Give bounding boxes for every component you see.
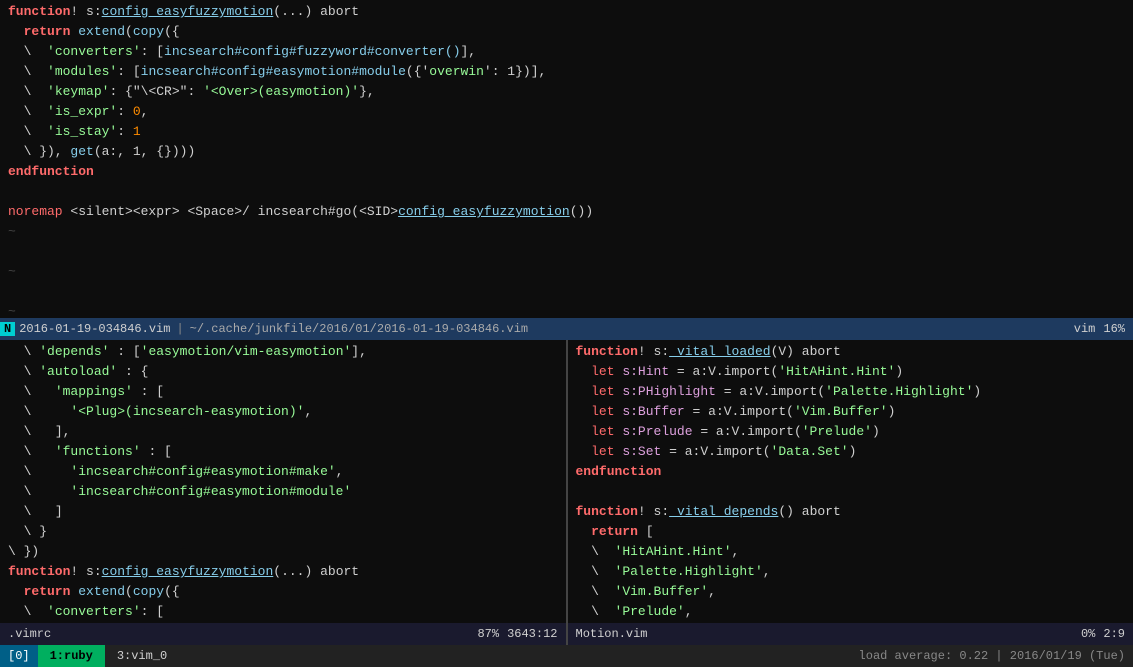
tmux-tab-1-name: ruby (64, 649, 93, 663)
code-line: \ 'mappings' : [ (0, 382, 566, 402)
code-line (0, 282, 1133, 302)
top-filetype: vim (1074, 322, 1104, 336)
code-line: noremap <silent><expr> <Space>/ incsearc… (0, 202, 1133, 222)
code-line: endfunction (0, 162, 1133, 182)
code-line: \ '<Plug>(incsearch-easymotion)', (0, 402, 566, 422)
code-line: \ 'Palette.Highlight', (568, 562, 1133, 582)
code-line: let s:Set = a:V.import('Data.Set') (568, 442, 1133, 462)
right-percent: 0% (1081, 627, 1103, 641)
top-filepath: ~/.cache/junkfile/2016/01/2016-01-19-034… (190, 322, 528, 336)
code-line: \ 'keymap': {"\<CR>": '<Over>(easymotion… (0, 82, 1133, 102)
code-line (0, 242, 1133, 262)
code-line: return extend(copy({ (0, 22, 1133, 42)
left-code-area: \ 'depends' : ['easymotion/vim-easymotio… (0, 340, 566, 623)
tmux-tab-1-id: 1: (50, 649, 64, 663)
code-line: \ ], (0, 422, 566, 442)
left-percent: 87% (477, 627, 507, 641)
left-status-bar: .vimrc 87% 3643:12 (0, 623, 566, 645)
tmux-bar: [0] 1:ruby 3:vim_0 load average: 0.22 | … (0, 645, 1133, 667)
left-position: 3643:12 (507, 627, 557, 641)
code-line: \ 'incsearch#config#easymotion#make', (0, 462, 566, 482)
right-filename: Motion.vim (576, 627, 648, 641)
top-percent: 16% (1103, 322, 1133, 336)
tmux-tab-1[interactable]: 1:ruby (38, 645, 105, 667)
code-line: \ 'Vim.Buffer', (568, 582, 1133, 602)
left-pane: \ 'depends' : ['easymotion/vim-easymotio… (0, 340, 566, 623)
code-line: \ 'autoload' : { (0, 362, 566, 382)
code-line: ~ (0, 262, 1133, 282)
code-line: \ }) (0, 542, 566, 562)
top-code-area: function! s:config_easyfuzzymotion(...) … (0, 0, 1133, 318)
tmux-session-label: [0] (0, 645, 38, 667)
right-position: 2:9 (1103, 627, 1125, 641)
code-line: return extend(copy({ (0, 582, 566, 602)
tmux-tab-3-id: 3: (117, 649, 131, 663)
code-line: \ 'functions' : [ (0, 442, 566, 462)
top-filename: 2016-01-19-034846.vim (19, 322, 170, 336)
code-line: function! s:_vital_depends() abort (568, 502, 1133, 522)
code-line: \ } (0, 522, 566, 542)
code-line: function! s:_vital_loaded(V) abort (568, 342, 1133, 362)
code-line: ~ (0, 302, 1133, 318)
tmux-right-label: load average: 0.22 | 2016/01/19 (Tue) (851, 649, 1133, 663)
right-status-bar: Motion.vim 0% 2:9 (566, 623, 1133, 645)
code-line: \ 'Prelude', (568, 602, 1133, 622)
code-line: \ 'depends' : ['easymotion/vim-easymotio… (0, 342, 566, 362)
code-line: \ }), get(a:, 1, {}))) (0, 142, 1133, 162)
bottom-split: \ 'depends' : ['easymotion/vim-easymotio… (0, 340, 1133, 623)
code-line: \ 'modules': [incsearch#config#easymotio… (0, 62, 1133, 82)
code-line: \ 'incsearch#config#easymotion#module' (0, 482, 566, 502)
code-line: \ ] (0, 502, 566, 522)
code-line: let s:Hint = a:V.import('HitAHint.Hint') (568, 362, 1133, 382)
top-pane: function! s:config_easyfuzzymotion(...) … (0, 0, 1133, 318)
code-line: function! s:config_easyfuzzymotion(...) … (0, 562, 566, 582)
code-line (0, 182, 1133, 202)
code-line: let s:Buffer = a:V.import('Vim.Buffer') (568, 402, 1133, 422)
code-line: \ 'converters': [ (0, 602, 566, 622)
code-line (568, 482, 1133, 502)
right-code-area: function! s:_vital_loaded(V) abort let s… (568, 340, 1133, 623)
code-line: \ 'converters': [incsearch#config#fuzzyw… (0, 42, 1133, 62)
code-line: let s:PHighlight = a:V.import('Palette.H… (568, 382, 1133, 402)
editor: function! s:config_easyfuzzymotion(...) … (0, 0, 1133, 667)
code-line: \ 'HitAHint.Hint', (568, 542, 1133, 562)
top-status-bar: N 2016-01-19-034846.vim | ~/.cache/junkf… (0, 318, 1133, 340)
code-line: return [ (568, 522, 1133, 542)
code-line: function! s:config_easyfuzzymotion(...) … (0, 2, 1133, 22)
code-line: \ 'is_stay': 1 (0, 122, 1133, 142)
bottom-status-bars: .vimrc 87% 3643:12 Motion.vim 0% 2:9 (0, 623, 1133, 645)
mode-indicator: N (0, 322, 15, 336)
tmux-tab-3-name: vim_0 (131, 649, 167, 663)
code-line: let s:Prelude = a:V.import('Prelude') (568, 422, 1133, 442)
top-separator1: | (170, 322, 189, 336)
code-line: ~ (0, 222, 1133, 242)
tmux-session-id: [0] (8, 649, 30, 663)
code-line: endfunction (568, 462, 1133, 482)
code-line: \ 'is_expr': 0, (0, 102, 1133, 122)
right-pane: function! s:_vital_loaded(V) abort let s… (568, 340, 1133, 623)
tmux-tab-3[interactable]: 3:vim_0 (105, 645, 179, 667)
left-filename: .vimrc (8, 627, 51, 641)
